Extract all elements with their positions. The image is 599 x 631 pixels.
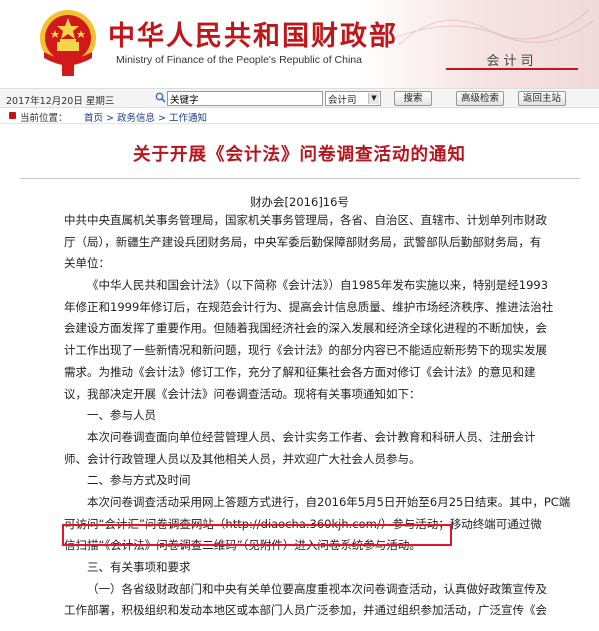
search-button[interactable]: 搜索	[394, 91, 432, 106]
advanced-search-button[interactable]: 高级检索	[456, 91, 504, 106]
article-paragraph-line: 二、参与方式及时间	[87, 473, 191, 488]
article-paragraph-line: 会建设方面发挥了重要作用。但随着我国经济社会的深入发展和经济全球化进程的不断加快…	[64, 321, 547, 336]
return-home-button[interactable]: 返回主站	[518, 91, 566, 106]
article-paragraph-line: 厅（局），新疆生产建设兵团财务局，中央军委后勤保障部财务局，武警部队后勤部财务局…	[64, 234, 542, 249]
article-paragraph-line: 本次问卷调查活动采用网上答题方式进行，自2016年5月5日开始至6月25日结束。…	[87, 494, 571, 509]
article-paragraph-line: 《中华人民共和国会计法》（以下简称《会计法》）自1985年发布实施以来，特别是经…	[87, 278, 549, 293]
site-title: 中华人民共和国财政部	[108, 21, 398, 52]
article-paragraph-line: 本次问卷调查面向单位经营管理人员、会计实务工作者、会计教育和科研人员、注册会计	[87, 429, 536, 444]
site-subtitle-english: Ministry of Finance of the People's Repu…	[116, 54, 362, 66]
current-date: 2017年12月20日 星期三	[6, 96, 115, 107]
document-number: 财办会[2016]16号	[250, 195, 349, 209]
article-paragraph-line: 年修正和1999年修订后，在规范会计行为、提高会计信息质量、维护市场经济秩序、推…	[64, 299, 554, 314]
breadcrumb-label: 当前位置：	[20, 113, 68, 124]
article-body: 中共中央直属机关事务管理局，国家机关事务管理局，各省、自治区、直辖市、计划单列市…	[64, 210, 582, 622]
search-bar: 2017年12月20日 星期三 会计司 ▼ 搜索 高级检索 返回主站	[0, 88, 599, 108]
article-title: 关于开展《会计法》问卷调查活动的通知	[133, 145, 466, 165]
article-paragraph-line: （一）各省级财政部门和中央有关单位要高度重视本次问卷调查活动，认真做好政策宣传及	[87, 581, 547, 596]
search-scope-select[interactable]: 会计司 ▼	[325, 91, 381, 106]
article-paragraph-line: 三、有关事项和要求	[87, 560, 191, 574]
title-divider	[20, 178, 580, 179]
header-decoration	[388, 9, 595, 46]
national-emblem-icon	[40, 10, 96, 76]
search-scope-value: 会计司	[328, 95, 357, 106]
breadcrumb-path[interactable]: 首页 > 政务信息 > 工作通知	[84, 110, 207, 124]
article-paragraph-line: 师、会计行政管理人员以及其他相关人员，并欢迎广大社会人员参与。	[64, 451, 421, 466]
breadcrumb: 当前位置： 首页 > 政务信息 > 工作通知	[0, 108, 599, 124]
department-label: 会计司	[446, 50, 578, 70]
article-paragraph-line: 议，我部决定开展《会计法》问卷调查活动。现将有关事项通知如下：	[64, 386, 421, 401]
article-paragraph-line: 工作部署，积极组织和发动本地区或本部门人员广泛参加，并通过组织参加活动，广泛宣传…	[64, 603, 547, 618]
search-icon	[155, 92, 166, 103]
url-highlight-box	[62, 524, 452, 546]
article-paragraph-line: 一、参与人员	[87, 408, 156, 423]
search-input[interactable]	[167, 91, 323, 106]
article-paragraph-line: 需求。为推动《会计法》修订工作，充分了解和征集社会各方面对修订《会计法》的意见和…	[64, 364, 536, 379]
article-paragraph-line: 计工作出现了一些新情况和新问题，现行《会计法》的部分内容已不能适应新形势下的现实…	[64, 343, 547, 358]
article-paragraph-line: 中共中央直属机关事务管理局，国家机关事务管理局，各省、自治区、直辖市、计划单列市…	[64, 213, 547, 227]
chevron-down-icon: ▼	[368, 93, 379, 104]
location-icon	[9, 112, 16, 119]
article-paragraph-line: 关单位：	[64, 256, 110, 271]
site-header: 中华人民共和国财政部 Ministry of Finance of the Pe…	[0, 0, 599, 88]
